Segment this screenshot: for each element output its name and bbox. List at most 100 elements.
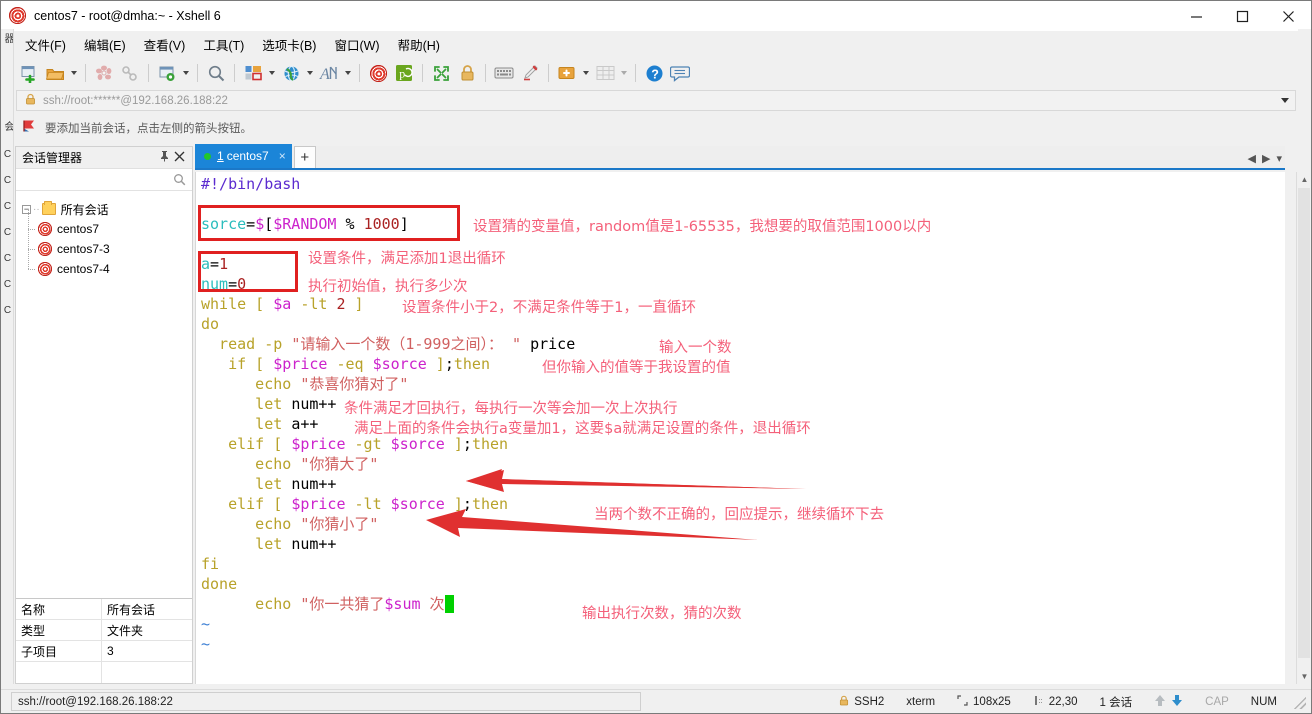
- session-search-row[interactable]: [16, 169, 192, 191]
- tree-item-centos7[interactable]: centos7: [16, 209, 192, 239]
- tab-number: 1: [217, 149, 224, 163]
- connected-status-dot: [204, 152, 211, 160]
- status-session-count-label: 1 会话: [1099, 696, 1133, 709]
- new-session-icon[interactable]: [16, 60, 42, 86]
- highlight-box-init-vars: [198, 251, 298, 292]
- tree-item-centos7-3[interactable]: centos7-3: [16, 229, 192, 259]
- tab-nav: ◀ ▶ ▾: [1245, 152, 1285, 168]
- left-strip-label-1[interactable]: 会: [1, 121, 13, 131]
- tab-list-caret[interactable]: ▾: [1273, 152, 1285, 165]
- session-manager-header: 会话管理器: [16, 147, 192, 169]
- svg-text:A: A: [319, 66, 330, 83]
- open-folder-icon[interactable]: [42, 60, 68, 86]
- terminal-line: #!/bin/bash: [201, 174, 1285, 194]
- highlight-pen-icon[interactable]: [517, 60, 543, 86]
- close-button[interactable]: [1265, 1, 1311, 31]
- menu-file[interactable]: 文件(F): [16, 32, 75, 57]
- terminal-scrollbar[interactable]: ▲ ▼: [1296, 172, 1311, 684]
- menu-view[interactable]: 查看(V): [135, 32, 195, 57]
- resize-grip[interactable]: [1292, 694, 1306, 709]
- toolbar: A p ?: [16, 58, 1286, 88]
- minimize-button[interactable]: [1173, 1, 1219, 31]
- layout-icon[interactable]: [240, 60, 266, 86]
- find-icon[interactable]: [203, 60, 229, 86]
- code-token: let: [201, 475, 292, 493]
- status-terminal-type-label: xterm: [906, 695, 936, 708]
- menu-edit[interactable]: 编辑(E): [75, 32, 135, 57]
- grid-dropdown-caret: [618, 60, 630, 86]
- status-protocol[interactable]: SSH2: [828, 692, 895, 712]
- xshell-icon[interactable]: [365, 60, 391, 86]
- separator-1: [85, 64, 86, 82]
- tab-close-icon[interactable]: ×: [279, 149, 286, 163]
- globe-icon[interactable]: [278, 60, 304, 86]
- close-icon[interactable]: [174, 151, 185, 164]
- pin-icon[interactable]: [159, 150, 170, 165]
- code-token: [: [246, 295, 274, 313]
- maximize-button[interactable]: [1219, 1, 1265, 31]
- window-controls: [1173, 1, 1311, 31]
- status-cursor-position[interactable]: 22,30: [1022, 692, 1089, 712]
- status-dimensions[interactable]: 108x25: [946, 692, 1022, 712]
- code-token: let: [201, 395, 292, 413]
- lock-icon: [839, 695, 849, 709]
- address-bar[interactable]: ssh://root:******@192.168.26.188:22: [16, 90, 1296, 111]
- terminal-line: while [ $a -lt 2 ]: [201, 294, 1285, 314]
- search-icon[interactable]: [173, 173, 186, 191]
- status-url: ssh://root@192.168.26.188:22: [11, 692, 641, 711]
- tree-root-all-sessions[interactable]: − ·· 所有会话: [16, 199, 192, 219]
- menu-help[interactable]: 帮助(H): [389, 32, 449, 57]
- globe-dropdown-caret[interactable]: [304, 60, 316, 86]
- scroll-down-arrow[interactable]: ▼: [1297, 669, 1311, 684]
- terminal-line: read -p "请输入一个数（1-999之间）： " price: [201, 334, 1285, 354]
- status-session-count[interactable]: 1 会话: [1089, 692, 1144, 712]
- tab-prev-button[interactable]: ◀: [1245, 152, 1259, 165]
- size-icon: [957, 694, 968, 709]
- tab-next-button[interactable]: ▶: [1259, 152, 1273, 165]
- help-icon[interactable]: ?: [641, 60, 667, 86]
- property-value-empty: [102, 662, 192, 683]
- properties-dropdown-caret[interactable]: [180, 60, 192, 86]
- add-tab-icon[interactable]: [554, 60, 580, 86]
- left-dock-strip[interactable]: 器 会 C C C C C C C: [1, 29, 14, 684]
- keyboard-icon[interactable]: [491, 60, 517, 86]
- scrollbar-thumb[interactable]: [1298, 188, 1310, 658]
- left-strip-label-0[interactable]: 器: [1, 33, 13, 43]
- tree-item-label: centos7: [57, 222, 100, 236]
- highlight-box-sorce: [198, 205, 460, 241]
- menu-tools[interactable]: 工具(T): [194, 32, 253, 57]
- tree-item-centos7-4[interactable]: centos7-4: [16, 249, 192, 279]
- menu-tabs[interactable]: 选项卡(B): [253, 32, 325, 57]
- layout-dropdown-caret[interactable]: [266, 60, 278, 86]
- menu-window[interactable]: 窗口(W): [325, 32, 388, 57]
- feedback-icon[interactable]: [667, 60, 693, 86]
- menu-bar: 文件(F) 编辑(E) 查看(V) 工具(T) 选项卡(B) 窗口(W) 帮助(…: [16, 32, 449, 56]
- disconnect-icon: [91, 60, 117, 86]
- xshell-session-icon: [38, 262, 52, 276]
- code-token: $price: [291, 495, 346, 513]
- status-cursor-position-label: 22,30: [1048, 695, 1078, 708]
- font-dropdown-caret[interactable]: [342, 60, 354, 86]
- add-tab-dropdown-caret[interactable]: [580, 60, 592, 86]
- anno-while-loop: 设置条件小于2，不满足条件等于1，一直循环: [402, 300, 696, 316]
- new-tab-button[interactable]: +: [293, 146, 316, 168]
- code-token: echo: [201, 515, 301, 533]
- status-terminal-type[interactable]: xterm: [895, 692, 946, 712]
- tab-bar: 1 centos7 × + ◀ ▶ ▾: [195, 144, 1285, 170]
- folder-dropdown-caret[interactable]: [68, 60, 80, 86]
- font-icon[interactable]: A: [316, 60, 342, 86]
- tab-centos7[interactable]: 1 centos7 ×: [195, 144, 292, 168]
- code-token: num++: [291, 475, 337, 493]
- code-token: ]: [345, 295, 364, 313]
- code-token: echo: [201, 595, 301, 613]
- xftp-icon[interactable]: p: [391, 60, 417, 86]
- code-token: "请输入一个数（1-999之间）： ": [291, 335, 522, 353]
- lock-icon[interactable]: [454, 60, 480, 86]
- fullscreen-icon[interactable]: [428, 60, 454, 86]
- anno-output-count: 输出执行次数，猜的次数: [582, 606, 742, 622]
- session-search-input[interactable]: [16, 169, 192, 190]
- terminal-view[interactable]: #!/bin/bash sorce=$[$RANDOM % 1000] a=1 n…: [195, 172, 1285, 684]
- scroll-up-arrow[interactable]: ▲: [1297, 172, 1311, 187]
- chevron-down-icon[interactable]: [1281, 98, 1289, 103]
- session-properties-icon[interactable]: [154, 60, 180, 86]
